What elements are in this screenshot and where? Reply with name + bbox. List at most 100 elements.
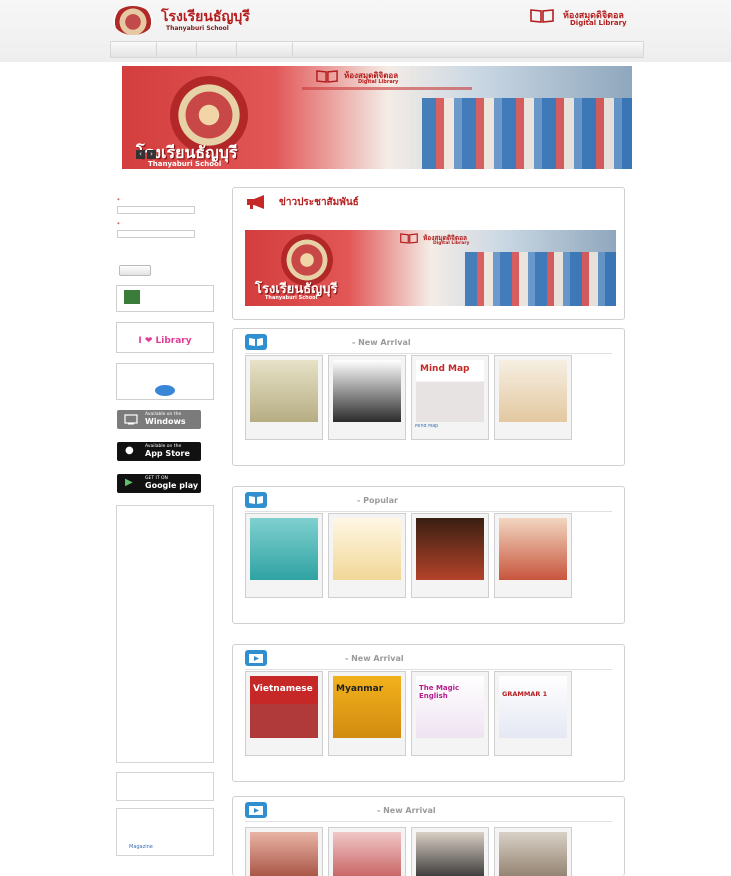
user-manual-banner[interactable] (116, 285, 214, 312)
book-card[interactable] (328, 513, 406, 598)
google-play-icon: ▶ (125, 477, 133, 488)
windows-store-badge[interactable]: Available on the Windows (117, 410, 201, 429)
slider-next-button[interactable]: › (147, 150, 156, 159)
video-card[interactable]: GRAMMAR 1 (494, 671, 572, 756)
youtube-card[interactable] (328, 827, 406, 876)
video-thumbnail-title: The Magic English (419, 684, 460, 700)
google-play-badge[interactable]: ▶ GET IT ON Google play (117, 474, 201, 493)
ebook-icon (245, 334, 267, 350)
youtube-card[interactable] (245, 827, 323, 876)
book-cover (250, 360, 318, 422)
book-category-list (116, 505, 214, 763)
new-videos-panel: - New Arrival Vietnamese Myanmar The Mag… (232, 644, 625, 782)
popular-books-divider (245, 511, 612, 512)
youtube-category-box: Magazine (116, 808, 214, 856)
download-icon (155, 385, 175, 396)
password-label: * (117, 222, 120, 228)
nav-account[interactable] (237, 42, 293, 57)
youtube-card[interactable] (494, 827, 572, 876)
book-cover (499, 360, 567, 422)
i-love-library-banner[interactable]: I ❤ Library (116, 322, 214, 353)
video-icon (245, 802, 267, 818)
hero-banner[interactable]: ห้องสมุดดิจิตอล Digital Library โรงเรียน… (122, 66, 632, 169)
new-youtube-panel: - New Arrival (232, 796, 625, 876)
nav-categories[interactable] (197, 42, 237, 57)
new-books-panel: - New Arrival Mind Map Mind Map (232, 328, 625, 466)
megaphone-icon (247, 195, 264, 209)
youtube-thumbnail (499, 832, 567, 876)
book-card[interactable] (245, 355, 323, 440)
book-cover (416, 518, 484, 580)
book-card[interactable] (494, 513, 572, 598)
book-card[interactable] (328, 355, 406, 440)
video-thumbnail: Myanmar (333, 676, 401, 738)
appstore-big-text: App Store (145, 449, 190, 458)
book-cover (333, 360, 401, 422)
download-manual-icon (124, 290, 140, 304)
youtube-thumbnail (250, 832, 318, 876)
new-videos-divider (245, 669, 612, 670)
news-title: ข่าวประชาสัมพันธ์ (279, 197, 359, 208)
book-card[interactable] (245, 513, 323, 598)
school-logo[interactable] (113, 6, 153, 35)
book-cover (250, 518, 318, 580)
new-books-divider (245, 353, 612, 354)
nav-search[interactable] (157, 42, 197, 57)
password-input[interactable] (117, 230, 195, 238)
slider-prev-button[interactable]: ‹ (136, 150, 145, 159)
book-title: Mind Map (415, 424, 439, 429)
video-card[interactable]: The Magic English (411, 671, 489, 756)
youtube-thumbnail (416, 832, 484, 876)
nav-home[interactable] (111, 42, 157, 57)
book-cover (333, 518, 401, 580)
youtube-category-item[interactable]: Magazine (129, 844, 153, 850)
book-cover (499, 518, 567, 580)
open-book-icon (530, 9, 554, 23)
googleplay-big-text: Google play (145, 481, 199, 490)
book-card[interactable]: Mind Map Mind Map (411, 355, 489, 440)
book-cover: Mind Map (416, 360, 484, 422)
news-panel: ข่าวประชาสัมพันธ์ ห้องสมุดดิจิตอล Digita… (232, 187, 625, 320)
login-button[interactable] (119, 265, 151, 276)
book-card[interactable] (411, 513, 489, 598)
new-books-subtitle: - New Arrival (352, 338, 411, 347)
video-card[interactable]: Vietnamese (245, 671, 323, 756)
ebook-icon (245, 492, 267, 508)
video-thumbnail: Vietnamese (250, 676, 318, 738)
new-youtube-divider (245, 821, 612, 822)
video-thumbnail-title: GRAMMAR 1 (502, 690, 548, 698)
new-youtube-subtitle: - New Arrival (377, 806, 436, 815)
news-library-en: Digital Library (433, 241, 470, 246)
youtube-card[interactable] (411, 827, 489, 876)
username-label: * (117, 198, 120, 204)
video-thumbnail: The Magic English (416, 676, 484, 738)
new-videos-subtitle: - New Arrival (345, 654, 404, 663)
username-input[interactable] (117, 206, 195, 214)
news-image[interactable]: ห้องสมุดดิจิตอล Digital Library โรงเรียน… (245, 230, 616, 306)
video-thumbnail: GRAMMAR 1 (499, 676, 567, 738)
popular-books-panel: - Popular (232, 486, 625, 624)
windows-icon (124, 414, 138, 425)
banner-tagline-bar (302, 87, 472, 90)
main-nav (110, 41, 644, 58)
video-thumbnail-title: Vietnamese (253, 684, 313, 694)
news-school-en: Thanyaburi School (265, 295, 318, 301)
mind-map-cover-text: Mind Map (420, 364, 470, 374)
video-category-box (116, 772, 214, 801)
windows-big-text: Windows (145, 417, 186, 426)
youtube-thumbnail (333, 832, 401, 876)
book-card[interactable] (494, 355, 572, 440)
popular-books-subtitle: - Popular (357, 496, 398, 505)
video-thumbnail-title: Myanmar (336, 684, 384, 694)
i-love-library-logo: I ❤ Library (138, 336, 192, 346)
download-ebook-app-banner[interactable] (116, 363, 214, 400)
digital-library-title-en: Digital Library (570, 19, 627, 27)
open-book-icon (316, 70, 338, 83)
news-students-photo (465, 252, 616, 306)
video-icon (245, 650, 267, 666)
banner-school-en: Thanyaburi School (148, 160, 222, 168)
app-store-badge[interactable]: ● Available on the App Store (117, 442, 201, 461)
video-card[interactable]: Myanmar (328, 671, 406, 756)
banner-library-en: Digital Library (358, 79, 399, 85)
apple-icon: ● (125, 445, 134, 456)
